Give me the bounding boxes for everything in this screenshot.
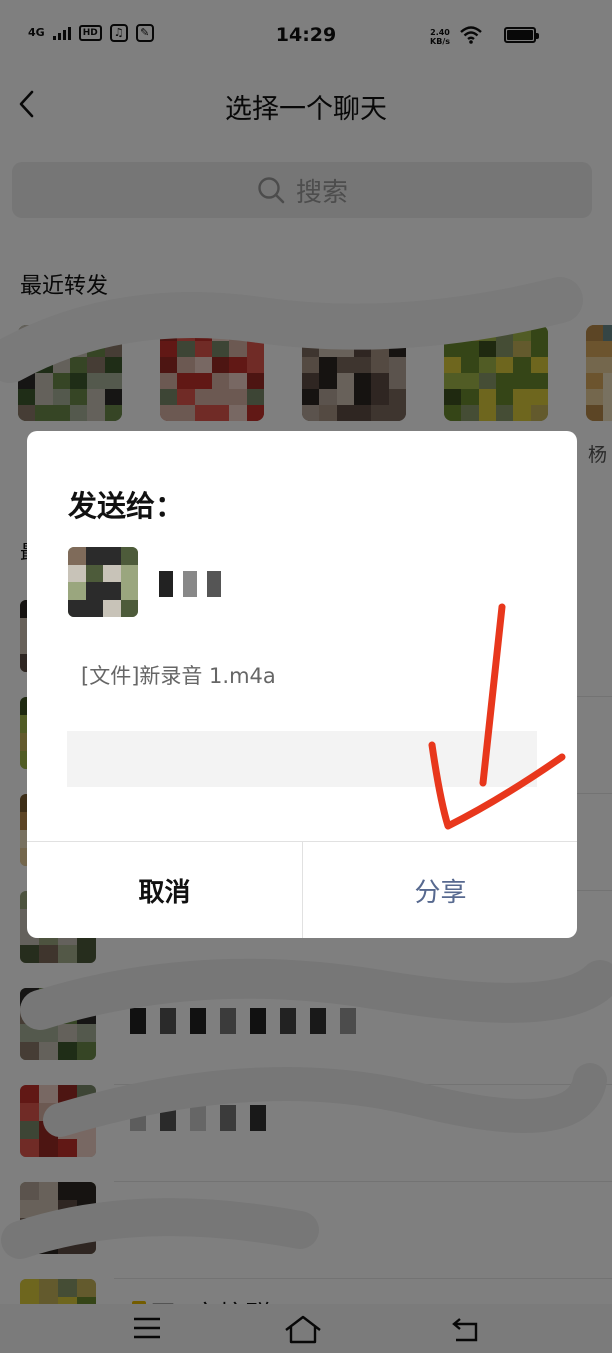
avatar-pixel (68, 582, 86, 600)
avatar-pixel (120, 582, 138, 600)
send-dialog: 发送给： [文件]新录音 1.m4a 取消 分享 (27, 431, 577, 938)
message-input[interactable] (67, 731, 537, 787)
recipient-name-redacted (159, 571, 221, 597)
avatar-pixel (103, 564, 121, 582)
share-button[interactable]: 分享 (303, 842, 577, 938)
avatar-pixel (120, 547, 138, 565)
avatar-pixel (85, 564, 103, 582)
recipient-avatar (68, 547, 138, 617)
avatar-pixel (120, 599, 138, 617)
avatar-pixel (85, 547, 103, 565)
avatar-pixel (68, 547, 86, 565)
avatar-pixel (85, 582, 103, 600)
avatar-pixel (68, 599, 86, 617)
avatar-pixel (68, 564, 86, 582)
avatar-pixel (103, 547, 121, 565)
dialog-title: 发送给： (68, 489, 185, 523)
avatar-pixel (85, 599, 103, 617)
avatar-pixel (120, 564, 138, 582)
avatar-pixel (103, 582, 121, 600)
file-message: [文件]新录音 1.m4a (81, 664, 276, 688)
avatar-pixel (103, 599, 121, 617)
cancel-button[interactable]: 取消 (27, 842, 302, 938)
